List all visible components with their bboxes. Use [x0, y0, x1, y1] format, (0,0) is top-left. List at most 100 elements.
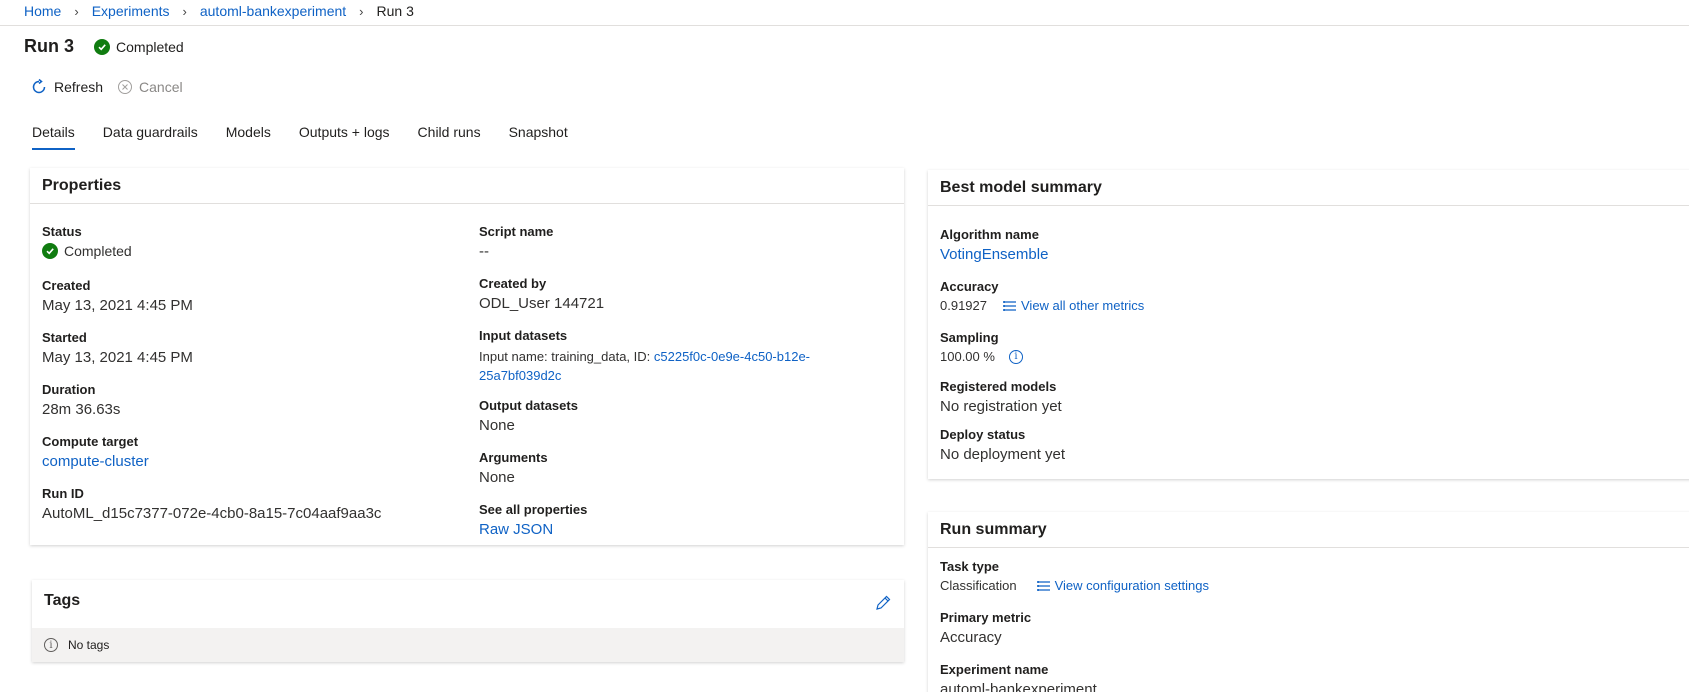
- refresh-button[interactable]: Refresh: [30, 78, 103, 96]
- metric-label: Primary metric: [940, 610, 1032, 625]
- refresh-label: Refresh: [54, 79, 104, 95]
- outputds-value: None: [479, 417, 515, 434]
- createdby-field: Created by ODL_User 144721: [479, 276, 604, 312]
- runid-label: Run ID: [42, 486, 84, 501]
- task-row: Classification View configuration settin…: [940, 578, 1209, 593]
- duration-label: Duration: [42, 382, 96, 397]
- breadcrumb-experiment[interactable]: automl-bankexperiment: [200, 3, 346, 19]
- args-field: Arguments None: [479, 450, 548, 486]
- sampling-field: Sampling 100.00 % i: [940, 330, 1023, 364]
- check-circle-icon: [94, 38, 111, 55]
- args-value: None: [479, 469, 515, 486]
- started-value: May 13, 2021 4:45 PM: [42, 349, 193, 366]
- cancel-icon: [118, 80, 133, 94]
- status-value: Completed: [64, 243, 132, 259]
- started-field: Started May 13, 2021 4:45 PM: [42, 330, 193, 366]
- exp-label: Experiment name: [940, 662, 1049, 677]
- run-summary-card: Run summary Task type Classification Vie…: [928, 512, 1689, 692]
- metric-field: Primary metric Accuracy: [940, 610, 1031, 646]
- tab-outputs-logs[interactable]: Outputs + logs: [299, 124, 390, 150]
- cancel-label: Cancel: [139, 79, 183, 95]
- accuracy-field: Accuracy 0.91927 View all other metrics: [940, 279, 1144, 313]
- view-metrics-link[interactable]: View all other metrics: [1003, 298, 1144, 313]
- deploy-field: Deploy status No deployment yet: [940, 427, 1065, 463]
- created-field: Created May 13, 2021 4:45 PM: [42, 278, 193, 314]
- task-field: Task type Classification View configurat…: [940, 559, 1209, 593]
- deploy-label: Deploy status: [940, 427, 1026, 442]
- created-value: May 13, 2021 4:45 PM: [42, 297, 193, 314]
- inputds-field: Input datasets Input name: training_data…: [479, 328, 879, 385]
- acc-label: Accuracy: [940, 279, 999, 294]
- status-field: Status Completed: [42, 224, 132, 259]
- page-title: Run 3: [24, 36, 75, 56]
- best-model-title: Best model summary: [928, 170, 1689, 206]
- tab-data-guardrails[interactable]: Data guardrails: [103, 124, 198, 150]
- task-value: Classification: [940, 578, 1017, 593]
- edit-tags-button[interactable]: [874, 594, 892, 617]
- check-circle-icon: [42, 243, 58, 259]
- algo-label: Algorithm name: [940, 227, 1039, 242]
- tags-empty-state: i No tags: [32, 628, 904, 662]
- tab-details[interactable]: Details: [32, 124, 75, 150]
- view-metrics-label: View all other metrics: [1021, 298, 1145, 313]
- no-tags-text: No tags: [68, 638, 110, 652]
- createdby-label: Created by: [479, 276, 547, 291]
- dataset-id-link-cont[interactable]: 25a7bf039d2c: [479, 368, 561, 383]
- breadcrumb-home[interactable]: Home: [24, 3, 61, 19]
- metric-value: Accuracy: [940, 629, 1002, 646]
- createdby-value: ODL_User 144721: [479, 295, 605, 312]
- run-summary-title: Run summary: [928, 512, 1689, 548]
- allprops-label: See all properties: [479, 502, 588, 517]
- properties-title: Properties: [30, 168, 904, 204]
- algo-field: Algorithm name VotingEnsemble: [940, 227, 1048, 263]
- info-icon[interactable]: i: [1008, 349, 1023, 364]
- task-label: Task type: [940, 559, 1000, 574]
- started-label: Started: [42, 330, 87, 345]
- chevron-right-icon: ›: [182, 3, 187, 19]
- tab-bar: Details Data guardrails Models Outputs +…: [32, 124, 596, 150]
- chevron-right-icon: ›: [359, 3, 364, 19]
- tab-models[interactable]: Models: [226, 124, 271, 150]
- breadcrumb-current: Run 3: [376, 3, 414, 19]
- run-header: Run 3 Completed: [24, 36, 184, 57]
- inputds-prefix: Input name: training_data, ID:: [479, 349, 654, 364]
- best-model-card: Best model summary Algorithm name Voting…: [928, 170, 1689, 479]
- raw-json-link[interactable]: Raw JSON: [479, 521, 553, 538]
- status-label: Status: [42, 224, 82, 239]
- runid-value: AutoML_d15c7377-072e-4cb0-8a15-7c04aaf9a…: [42, 505, 382, 522]
- compute-label: Compute target: [42, 434, 139, 449]
- registered-value: No registration yet: [940, 398, 1062, 415]
- created-label: Created: [42, 278, 91, 293]
- script-value: --: [479, 243, 489, 260]
- cancel-button[interactable]: Cancel: [117, 79, 183, 95]
- run-status-text: Completed: [116, 38, 184, 55]
- sampling-row: 100.00 % i: [940, 349, 1023, 364]
- inputds-value: Input name: training_data, ID: c5225f0c-…: [479, 347, 879, 385]
- status-value-wrap: Completed: [42, 243, 132, 259]
- exp-value: automl-bankexperiment: [940, 681, 1097, 692]
- exp-field: Experiment name automl-bankexperiment: [940, 662, 1097, 692]
- tab-child-runs[interactable]: Child runs: [418, 124, 481, 150]
- algorithm-link[interactable]: VotingEnsemble: [940, 246, 1048, 263]
- tab-snapshot[interactable]: Snapshot: [509, 124, 568, 150]
- properties-card: Properties Status Completed Created May …: [30, 168, 904, 545]
- args-label: Arguments: [479, 450, 548, 465]
- list-icon: [1003, 300, 1016, 311]
- compute-target-link[interactable]: compute-cluster: [42, 453, 149, 470]
- toolbar: Refresh Cancel: [30, 78, 197, 96]
- acc-value-row: 0.91927 View all other metrics: [940, 298, 1144, 313]
- outputds-field: Output datasets None: [479, 398, 578, 434]
- allprops-field: See all properties Raw JSON: [479, 502, 587, 538]
- acc-value: 0.91927: [940, 298, 987, 313]
- refresh-icon: [32, 78, 46, 94]
- registered-field: Registered models No registration yet: [940, 379, 1062, 415]
- dataset-id-link[interactable]: c5225f0c-0e9e-4c50-b12e-: [654, 349, 810, 364]
- list-icon: [1036, 580, 1050, 591]
- view-config-label: View configuration settings: [1054, 578, 1210, 593]
- outputds-label: Output datasets: [479, 398, 578, 413]
- registered-label: Registered models: [940, 379, 1057, 394]
- script-label: Script name: [479, 224, 554, 239]
- info-icon: i: [44, 638, 58, 652]
- breadcrumb-experiments[interactable]: Experiments: [92, 3, 170, 19]
- view-config-link[interactable]: View configuration settings: [1036, 578, 1210, 593]
